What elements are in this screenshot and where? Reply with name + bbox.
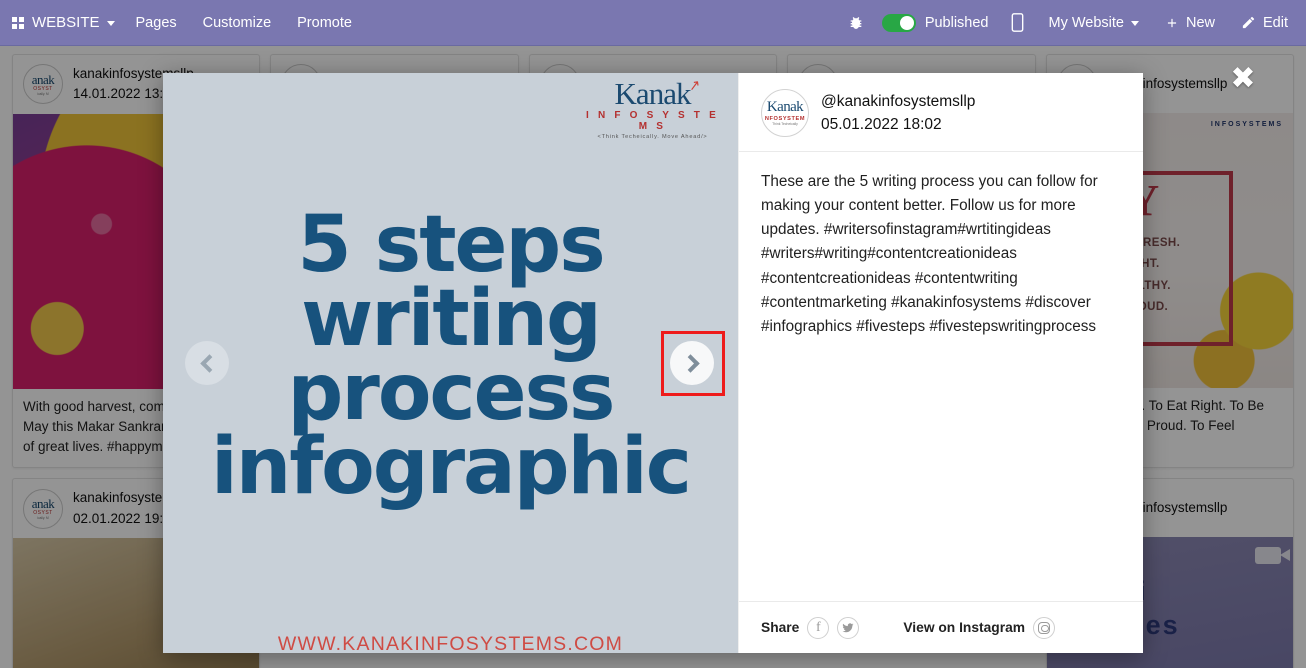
website-selector-label: My Website xyxy=(1048,14,1124,31)
toolbar-item-pages[interactable]: Pages xyxy=(123,0,190,45)
website-editor-toolbar: WEBSITE Pages Customize Promote Publishe… xyxy=(0,0,1306,46)
grid-icon xyxy=(12,16,24,29)
published-toggle[interactable]: Published xyxy=(876,0,999,45)
instagram-post-modal: Kanak ↗ I N F O S Y S T E M S <Think Tec… xyxy=(163,73,1143,653)
website-selector[interactable]: My Website xyxy=(1036,0,1152,45)
logo-wordmark: Kanak ↗ xyxy=(614,76,701,111)
toolbar-item-promote[interactable]: Promote xyxy=(284,0,365,45)
instagram-icon[interactable] xyxy=(1033,616,1056,639)
slide-title-line: process xyxy=(287,348,616,439)
post-image-carousel[interactable]: Kanak ↗ I N F O S Y S T E M S <Think Tec… xyxy=(163,73,738,653)
toolbar-right-group: Published My Website New Edit xyxy=(836,0,1306,45)
website-menu-button[interactable]: WEBSITE xyxy=(0,0,123,45)
close-icon[interactable]: ✖ xyxy=(1226,62,1260,96)
post-author-block: @kanakinfosystemsllp 05.01.2022 18:02 xyxy=(821,90,975,137)
kanak-logo: Kanak ↗ I N F O S Y S T E M S <Think Tec… xyxy=(585,76,720,140)
chevron-left-icon xyxy=(199,353,219,373)
carousel-prev-button[interactable] xyxy=(185,341,229,385)
view-on-instagram-label[interactable]: View on Instagram xyxy=(903,620,1025,635)
chevron-down-icon xyxy=(1130,21,1139,26)
logo-arrow-icon: ↗ xyxy=(687,78,701,95)
plus-icon xyxy=(1167,18,1177,27)
slide-title-line: writing xyxy=(301,274,602,365)
bug-icon[interactable] xyxy=(836,0,876,45)
pencil-icon xyxy=(1242,16,1255,29)
carousel-next-button[interactable] xyxy=(670,341,714,385)
website-menu-label: WEBSITE xyxy=(32,14,100,31)
edit-button[interactable]: Edit xyxy=(1228,0,1306,45)
slide-website-url: WWW.KANAKINFOSYSTEMS.COM xyxy=(277,633,624,653)
toolbar-left-group: WEBSITE Pages Customize Promote xyxy=(0,0,365,45)
logo-tagline: <Think Techeically. Move Ahead/> xyxy=(597,133,708,140)
post-caption: These are the 5 writing process you can … xyxy=(761,173,1102,335)
slide-title: 5 steps writing process infographic xyxy=(163,200,738,513)
chevron-right-icon xyxy=(680,353,700,373)
toolbar-item-customize[interactable]: Customize xyxy=(190,0,285,45)
post-timestamp: 05.01.2022 18:02 xyxy=(821,116,942,133)
post-header: Kanak NFOSYSTEM Think Techeically @kanakin… xyxy=(739,73,1143,152)
new-label: New xyxy=(1185,14,1215,31)
new-button[interactable]: New xyxy=(1152,0,1228,45)
edit-label: Edit xyxy=(1263,14,1288,31)
toggle-switch[interactable] xyxy=(881,13,916,32)
twitter-icon[interactable] xyxy=(837,616,860,639)
logo-name: Kanak xyxy=(614,76,692,111)
avatar: Kanak NFOSYSTEM Think Techeically xyxy=(761,89,809,137)
logo-subtitle: I N F O S Y S T E M S xyxy=(586,109,719,132)
share-label: Share xyxy=(761,620,800,635)
published-label: Published xyxy=(924,14,989,31)
slide-title-line: infographic xyxy=(210,422,692,513)
mobile-preview-icon[interactable] xyxy=(999,0,1036,45)
chevron-down-icon xyxy=(106,21,115,26)
post-detail-panel: Kanak NFOSYSTEM Think Techeically @kanakin… xyxy=(738,73,1143,653)
post-handle: @kanakinfosystemsllp xyxy=(821,92,976,110)
post-footer: Share f View on Instagram xyxy=(739,601,1143,653)
slide-title-line: 5 steps xyxy=(297,200,605,290)
facebook-icon[interactable]: f xyxy=(807,616,830,639)
